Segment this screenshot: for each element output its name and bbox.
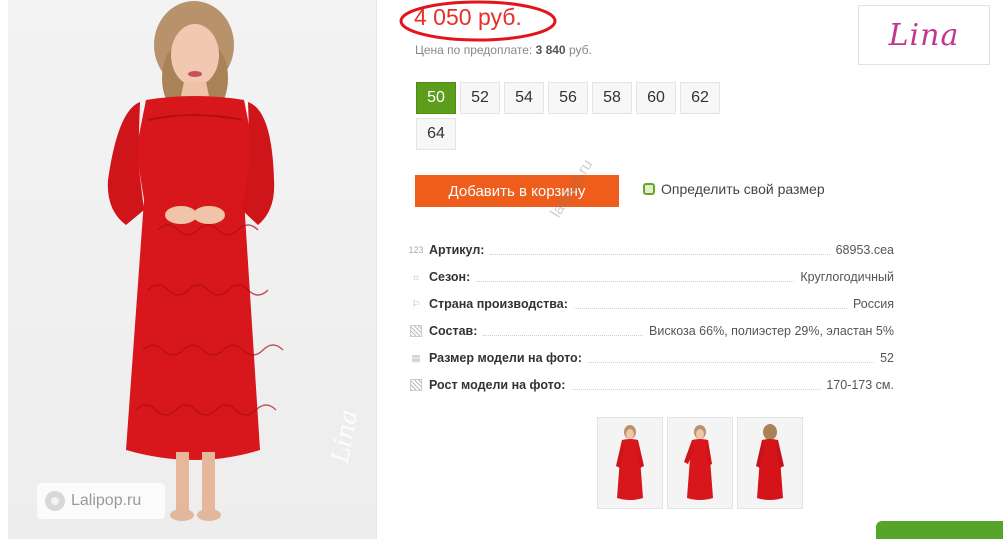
size-option-54[interactable]: 54	[504, 82, 544, 114]
size-chart-icon	[643, 183, 655, 195]
prepay-value: 3 840	[535, 43, 566, 57]
lalipop-watermark-text: Lalipop.ru	[71, 492, 142, 509]
spec-value: Россия	[853, 297, 894, 311]
dress-illustration	[107, 1, 284, 521]
spec-row-season: ☼ Сезон: Круглогодичный	[408, 260, 894, 287]
prepay-price: Цена по предоплате: 3 840 руб.	[415, 43, 592, 57]
floating-green-tab[interactable]	[876, 521, 1003, 539]
spec-row-model-size: ▤ Размер модели на фото: 52	[408, 341, 894, 368]
spec-label: Сезон:	[429, 270, 471, 284]
price-block: 4 050 руб.	[398, 0, 558, 42]
spec-value: 68953.cea	[835, 243, 894, 257]
size-option-58[interactable]: 58	[592, 82, 632, 114]
fabric-icon	[408, 324, 424, 341]
size-selector: 50 52 54 56 58 60 62 64	[416, 82, 736, 150]
thumbnail-1[interactable]	[597, 417, 663, 509]
spec-row-article: 123 Артикул: 68953.cea	[408, 233, 894, 260]
find-size-label: Определить свой размер	[661, 181, 825, 197]
product-main-photo[interactable]: Lalipop.ru Lina	[8, 0, 377, 539]
flag-icon: ⚐	[411, 298, 421, 309]
thumbnail-3[interactable]	[737, 417, 803, 509]
size-icon: ▤	[411, 352, 421, 363]
thumbnail-dress-front	[616, 425, 644, 500]
spec-value: 52	[880, 351, 894, 365]
size-option-62[interactable]: 62	[680, 82, 720, 114]
find-size-link[interactable]: Определить свой размер	[643, 181, 825, 197]
spec-value: Вискоза 66%, полиэстер 29%, эластан 5%	[649, 324, 894, 338]
prepay-label: Цена по предоплате:	[415, 43, 533, 57]
spec-label: Состав:	[429, 324, 478, 338]
spec-label: Артикул:	[429, 243, 485, 257]
spec-row-country: ⚐ Страна производства: Россия	[408, 287, 894, 314]
height-icon	[408, 378, 424, 395]
size-option-50[interactable]: 50	[416, 82, 456, 114]
spec-row-composition: Состав: Вискоза 66%, полиэстер 29%, элас…	[408, 314, 894, 341]
spec-value: 170-173 см.	[826, 378, 894, 392]
thumbnail-2[interactable]	[667, 417, 733, 509]
article-number-icon: 123	[408, 245, 424, 255]
spec-label: Размер модели на фото:	[429, 351, 582, 365]
thumbnail-dress-front-alt	[684, 425, 713, 500]
spec-label: Рост модели на фото:	[429, 378, 566, 392]
thumbnail-dress-back	[756, 424, 784, 500]
prepay-currency: руб.	[568, 43, 592, 57]
product-specs: 123 Артикул: 68953.cea ☼ Сезон: Круглого…	[408, 233, 894, 395]
lalipop-logo-icon	[45, 491, 65, 511]
spec-value: Круглогодичный	[800, 270, 894, 284]
thumbnail-gallery	[597, 417, 803, 509]
product-price: 4 050 руб.	[414, 4, 522, 30]
spec-label: Страна производства:	[429, 297, 568, 311]
size-option-56[interactable]: 56	[548, 82, 588, 114]
lalipop-watermark: Lalipop.ru	[37, 483, 165, 519]
brand-logo[interactable]: Lina	[858, 5, 990, 65]
sun-icon: ☼	[411, 272, 421, 282]
size-option-52[interactable]: 52	[460, 82, 500, 114]
size-option-64[interactable]: 64	[416, 118, 456, 150]
spec-row-model-height: Рост модели на фото: 170-173 см.	[408, 368, 894, 395]
size-option-60[interactable]: 60	[636, 82, 676, 114]
add-to-cart-button[interactable]: Добавить в корзину	[415, 175, 619, 207]
